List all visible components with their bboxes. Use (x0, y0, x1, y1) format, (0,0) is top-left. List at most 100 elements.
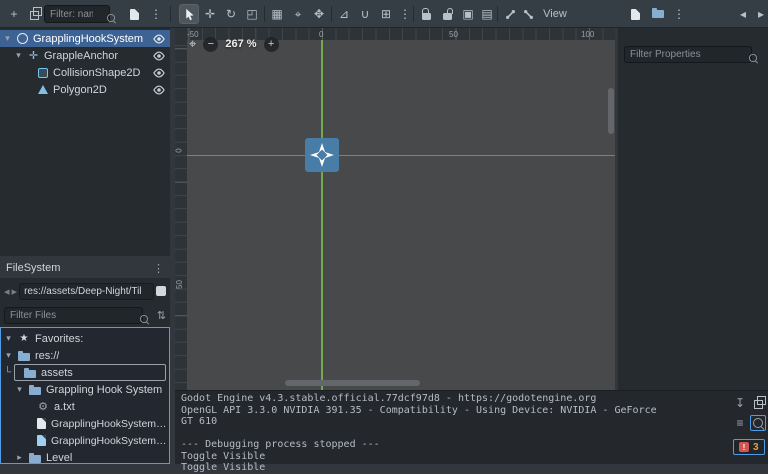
open-folder-button[interactable] (648, 4, 668, 24)
search-icon (749, 53, 757, 62)
filesystem-header: FileSystem ⋮ (0, 258, 170, 278)
filter-messages-button[interactable]: ≡ (732, 415, 748, 431)
new-doc-icon (630, 8, 640, 20)
filesystem-menu-button[interactable]: ⋮ (153, 262, 164, 275)
current-path: res://assets/Deep-Night/Til (24, 285, 142, 297)
zoom-out-button[interactable]: − (203, 36, 219, 52)
fs-item-label: GrapplingHookSystem.tscn (51, 434, 169, 447)
attach-script-button[interactable] (124, 4, 144, 24)
save-log-button[interactable]: ↧ (732, 395, 748, 411)
scale-tool-button[interactable]: ◰ (242, 4, 262, 24)
viewport-2d[interactable]: -50 0 50 100 0 50 ⌖ − 267 % + (175, 28, 615, 390)
file-filter-input[interactable] (4, 306, 143, 324)
top-toolbar: + ⋮ ✛ ↻ ◰ ▦ ⌖ ✥ ⊿ ∪ ⊞ ⋮ ▣ ▤ (0, 0, 768, 28)
dots-icon: ⋮ (673, 7, 685, 21)
rotate-tool-button[interactable]: ↻ (221, 4, 241, 24)
pan-tool-button[interactable]: ✥ (309, 4, 329, 24)
unlock-node-button[interactable] (437, 4, 457, 24)
eye-icon (153, 33, 165, 44)
error-icon: ! (739, 442, 749, 452)
search-icon (753, 418, 763, 428)
zoom-controls: ⌖ − 267 % + (189, 36, 279, 52)
toolbar-more-button[interactable]: ⋮ (669, 4, 689, 24)
collapse-icon[interactable]: ▾ (15, 384, 24, 395)
folder-icon (652, 7, 664, 18)
path-breadcrumb[interactable]: res://assets/Deep-Night/Til (19, 282, 154, 300)
zoom-level[interactable]: 267 % (225, 38, 256, 50)
filesystem-dock: ◂ ▸ res://assets/Deep-Night/Til ⇅ ▾ ★ Fa… (0, 278, 170, 464)
polygon-icon (38, 85, 48, 94)
fs-focused-item[interactable]: assets (14, 364, 166, 381)
lock-node-button[interactable] (416, 4, 436, 24)
visibility-toggle[interactable] (152, 66, 166, 80)
cursor-icon (185, 8, 194, 20)
vertical-scrollbar[interactable] (608, 88, 614, 134)
nav-forward-button[interactable]: ▸ (12, 285, 18, 298)
history-forward-button[interactable]: ▸ (751, 4, 768, 24)
tree-guide-icon: └ (4, 367, 12, 378)
copy-log-button[interactable] (750, 395, 766, 411)
ruler-tool-button[interactable]: ⊿ (334, 4, 354, 24)
anchor-node-gizmo[interactable] (305, 138, 339, 172)
ruler-tick-label: 50 (449, 30, 458, 39)
bone-icon (523, 9, 533, 19)
grid-snap-button[interactable]: ⊞ (376, 4, 396, 24)
fs-row-a-txt[interactable]: ⚙ a.txt (1, 398, 169, 415)
inspector-filter-input[interactable] (624, 45, 752, 63)
skeleton-options-button[interactable] (500, 4, 520, 24)
scene-tree-menu-button[interactable]: ⋮ (146, 4, 166, 24)
history-back-button[interactable]: ◂ (733, 4, 753, 24)
select-tool-button[interactable] (179, 4, 199, 24)
visibility-toggle[interactable] (152, 32, 166, 46)
fs-row-res-root[interactable]: ▾ res:// (1, 347, 169, 364)
skeleton-make-bones-button[interactable] (518, 4, 538, 24)
sort-files-button[interactable]: ⇅ (157, 309, 166, 322)
scene-node-row-grappleanchor[interactable]: ▾ ✛ GrappleAnchor (0, 47, 170, 64)
move-tool-button[interactable]: ✛ (200, 4, 220, 24)
ungroup-node-button[interactable]: ▤ (477, 4, 497, 24)
gdscript-file-icon (37, 418, 46, 429)
save-icon: ↧ (734, 396, 746, 410)
scene-node-row-collisionshape2d[interactable]: CollisionShape2D (0, 64, 170, 81)
ruler-tick-label: 0 (175, 148, 184, 153)
add-node-button[interactable]: + (4, 4, 24, 24)
scene-node-row-polygon2d[interactable]: Polygon2D (0, 81, 170, 98)
center-view-icon[interactable]: ⌖ (189, 36, 196, 52)
error-count-badge[interactable]: ! 3 (733, 439, 765, 455)
filesystem-tree[interactable]: ▾ ★ Favorites: ▾ res:// └ assets ▾ Grapp… (0, 327, 170, 464)
horizontal-scrollbar[interactable] (285, 380, 420, 386)
collapse-icon[interactable]: ▾ (4, 333, 13, 344)
new-resource-button[interactable] (625, 4, 645, 24)
ruler-tick-label: 50 (175, 280, 184, 289)
fs-row-assets[interactable]: └ assets (1, 364, 169, 381)
visibility-toggle[interactable] (152, 49, 166, 63)
instance-scene-button[interactable] (24, 4, 44, 24)
scene-filter-input[interactable] (44, 5, 110, 23)
view-menu-button[interactable]: View (538, 4, 572, 24)
scene-file-icon (37, 435, 46, 446)
pivot-tool-button[interactable]: ⌖ (288, 4, 308, 24)
select-region-button[interactable]: ▦ (267, 4, 287, 24)
snap-options-button[interactable]: ⋮ (395, 4, 415, 24)
collapse-icon[interactable]: ▾ (4, 350, 13, 361)
collapse-icon[interactable]: ▾ (3, 33, 12, 44)
group-node-button[interactable]: ▣ (458, 4, 478, 24)
ungroup-icon: ▤ (481, 7, 493, 21)
visibility-toggle[interactable] (152, 83, 166, 97)
fs-row-favorites[interactable]: ▾ ★ Favorites: (1, 330, 169, 347)
search-log-button[interactable] (750, 415, 766, 431)
fs-row-gd-script[interactable]: GrapplingHookSystem.gd (1, 415, 169, 432)
folder-icon (18, 350, 30, 361)
nav-back-button[interactable]: ◂ (4, 285, 10, 298)
fs-row-tscn-scene[interactable]: GrapplingHookSystem.tscn (1, 432, 169, 449)
display-mode-toggle[interactable] (156, 286, 166, 296)
fs-row-grappling-hook-system[interactable]: ▾ Grappling Hook System (1, 381, 169, 398)
group-icon: ▣ (462, 7, 474, 21)
expand-icon[interactable]: ▸ (15, 452, 24, 463)
scene-node-row-grapplinghooksystem[interactable]: ▾ GrapplingHookSystem (0, 30, 170, 47)
smart-snap-button[interactable]: ∪ (355, 4, 375, 24)
fs-row-level[interactable]: ▸ Level (1, 449, 169, 463)
zoom-in-button[interactable]: + (263, 36, 279, 52)
collapse-icon[interactable]: ▾ (14, 50, 23, 61)
